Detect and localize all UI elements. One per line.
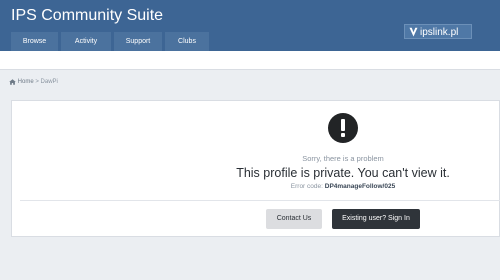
- exclamation-circle-icon: [328, 113, 358, 143]
- site-title[interactable]: IPS Community Suite: [11, 6, 163, 26]
- error-code: Error code: DP4manageFollow/025: [238, 182, 448, 191]
- brand-logo-icon: [409, 27, 418, 37]
- nav-tab-support[interactable]: Support: [114, 32, 162, 51]
- nav-tab-clubs[interactable]: Clubs: [165, 32, 209, 51]
- breadcrumb-current: DawPi: [40, 79, 58, 85]
- error-code-value: DP4manageFollow/025: [324, 183, 396, 190]
- home-icon[interactable]: [9, 79, 16, 85]
- nav-tab-activity[interactable]: Activity: [61, 32, 111, 51]
- error-code-label: Error code:: [290, 183, 323, 190]
- breadcrumb-separator: >: [35, 79, 39, 85]
- sub-navigation-bar: [0, 51, 500, 70]
- brand-label: ipslink.pl: [420, 27, 459, 38]
- site-header: IPS Community Suite Browse Activity Supp…: [0, 0, 500, 51]
- error-sorry-text: Sorry, there is a problem: [302, 154, 384, 163]
- breadcrumb-home[interactable]: Home: [18, 79, 34, 85]
- sign-in-button[interactable]: Existing user? Sign In: [332, 209, 420, 229]
- error-panel: Sorry, there is a problem This profile i…: [11, 100, 500, 237]
- contact-us-button[interactable]: Contact Us: [266, 209, 322, 229]
- error-message: This profile is private. You can't view …: [236, 166, 450, 180]
- breadcrumb: Home > DawPi: [9, 77, 58, 87]
- brand-badge[interactable]: ipslink.pl: [404, 24, 472, 39]
- divider: [20, 200, 500, 201]
- nav-tab-browse[interactable]: Browse: [11, 32, 58, 51]
